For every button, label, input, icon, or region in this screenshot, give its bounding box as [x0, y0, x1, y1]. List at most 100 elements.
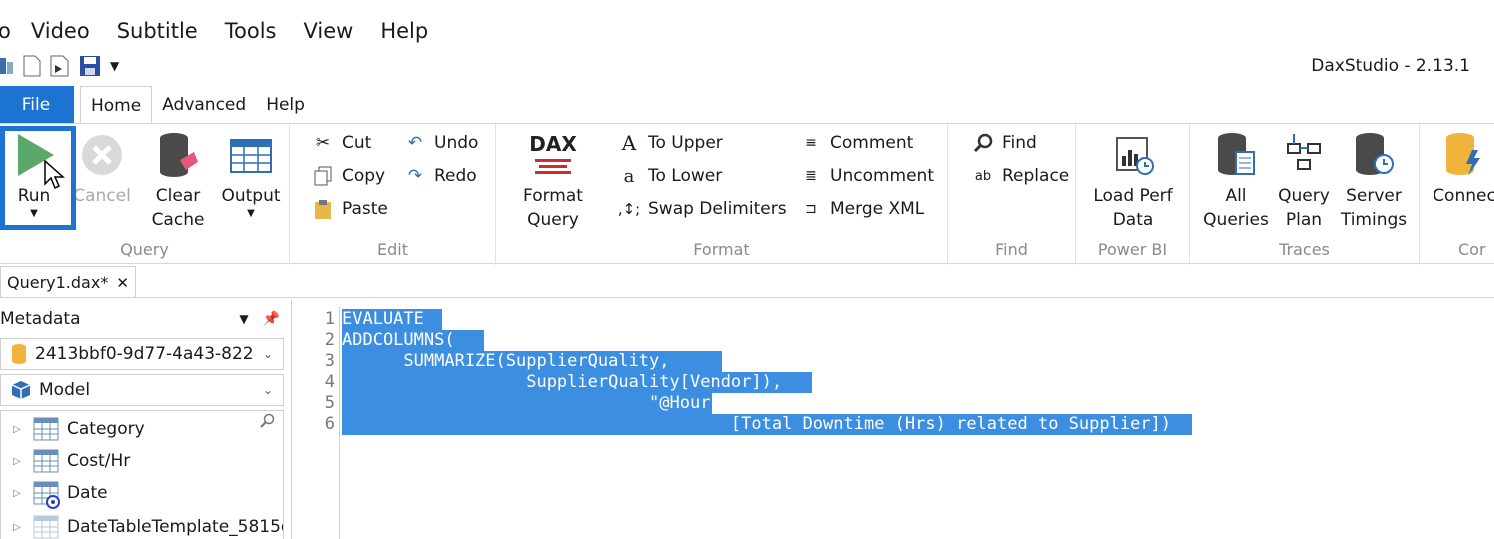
document-tab[interactable]: Query1.dax* ✕ — [0, 266, 136, 298]
output-grid-icon — [229, 130, 273, 180]
database-name: 2413bbf0-9d77-4a43-8228 — [35, 344, 255, 364]
menu-item-video[interactable]: Video — [31, 19, 90, 43]
code-line: SUMMARIZE(SupplierQuality, — [342, 351, 670, 371]
table-icon — [33, 449, 61, 473]
menu-item-partial[interactable]: o — [0, 19, 11, 43]
database-icon — [11, 343, 27, 365]
model-cube-icon — [11, 380, 31, 400]
copy-icon — [312, 165, 334, 187]
line-number: 2 — [324, 330, 335, 350]
group-label-traces: Traces — [1279, 240, 1330, 259]
tab-home[interactable]: Home — [80, 86, 153, 124]
group-label-connect: Cor — [1458, 240, 1486, 259]
code-line: SupplierQuality[Vendor]), — [342, 372, 783, 392]
query-editor[interactable]: 1 2 3 4 5 6 EVALUATE ADDCOLUMNS( SUMMARI… — [304, 300, 1494, 539]
cancel-icon — [80, 130, 124, 180]
new-file-icon[interactable] — [23, 55, 41, 77]
ribbon-tabs: File Home Advanced Help — [0, 86, 315, 124]
save-icon[interactable] — [79, 55, 101, 77]
redo-icon: ↷ — [407, 166, 423, 186]
group-traces: All Queries Query Plan Server Timings Tr… — [1190, 124, 1420, 265]
paste-button[interactable]: Paste — [312, 195, 388, 223]
dax-formatter-icon: DAX — [529, 130, 577, 180]
group-format: DAX Format Query A To Upper a To Lower ,… — [496, 124, 948, 265]
load-perf-data-button[interactable]: Load Perf Data — [1088, 130, 1178, 232]
tab-file[interactable]: File — [0, 86, 74, 124]
quick-access-toolbar: ▼ — [0, 52, 119, 80]
group-connect: Connec Cor — [1420, 124, 1494, 265]
server-timings-button[interactable]: Server Timings — [1340, 130, 1408, 232]
output-dropdown-icon[interactable]: ▼ — [247, 208, 255, 220]
customize-dropdown-icon[interactable]: ▼ — [110, 59, 119, 73]
expand-arrow-icon[interactable]: ▷ — [13, 522, 33, 533]
copy-button[interactable]: Copy — [312, 162, 385, 190]
tab-help[interactable]: Help — [256, 86, 315, 124]
lowercase-a-icon: a — [623, 165, 635, 187]
uppercase-a-icon: A — [621, 131, 637, 155]
magnifier-icon — [972, 132, 994, 154]
pin-icon[interactable]: 📌 — [263, 311, 280, 327]
app-icon — [0, 56, 14, 76]
tree-item-cost-hr[interactable]: ▷ Cost/Hr — [1, 447, 130, 475]
code-line: ADDCOLUMNS( — [342, 330, 455, 350]
close-tab-icon[interactable]: ✕ — [116, 274, 129, 292]
undo-icon: ↶ — [407, 133, 423, 153]
group-label-powerbi: Power BI — [1097, 240, 1168, 259]
pane-menu-icon[interactable]: ▼ — [239, 312, 248, 326]
connect-button[interactable]: Connec — [1434, 130, 1494, 208]
perf-data-icon — [1111, 130, 1155, 180]
open-file-icon[interactable] — [50, 55, 70, 77]
group-label-edit: Edit — [377, 240, 408, 259]
comment-button[interactable]: ≡ Comment — [800, 129, 913, 157]
query-plan-icon — [1282, 130, 1326, 180]
merge-xml-icon: ⊐ — [805, 201, 817, 217]
model-name: Model — [39, 380, 91, 400]
model-select[interactable]: Model ⌄ — [0, 374, 284, 406]
tree-item-category[interactable]: ▷ Category — [1, 415, 145, 443]
to-lower-button[interactable]: a To Lower — [618, 162, 723, 190]
group-edit: ✂ Cut Copy Paste ↶ Undo ↷ Redo Edit — [290, 124, 496, 265]
to-upper-button[interactable]: A To Upper — [618, 129, 723, 157]
format-query-button[interactable]: DAX Format Query — [518, 130, 588, 232]
query-plan-button[interactable]: Query Plan — [1274, 130, 1334, 232]
line-number-gutter: 1 2 3 4 5 6 — [304, 307, 340, 539]
swap-delimiters-button[interactable]: ,↕; Swap Delimiters — [618, 195, 787, 223]
tab-divider — [0, 297, 1494, 298]
tree-item-datetabletemplate[interactable]: ▷ DateTableTemplate_5815de — [1, 513, 283, 539]
metadata-pane: Metadata ▼ 📌 2413bbf0-9d77-4a43-8228 ⌄ M… — [0, 300, 292, 539]
clear-cache-button[interactable]: Clear Cache — [150, 130, 206, 232]
all-queries-button[interactable]: All Queries — [1203, 130, 1269, 232]
cut-button[interactable]: ✂ Cut — [312, 129, 371, 157]
metadata-tree: ▷ Category ▷ Cost/Hr ▷ Date ▷ DateTableT… — [0, 410, 284, 539]
server-timings-icon — [1352, 130, 1396, 180]
all-queries-icon — [1214, 130, 1258, 180]
document-tab-title: Query1.dax* — [7, 273, 109, 292]
tree-search-icon[interactable] — [259, 413, 275, 434]
replace-button[interactable]: ab Replace — [972, 162, 1069, 190]
menu-item-help[interactable]: Help — [380, 19, 428, 43]
menu-item-tools[interactable]: Tools — [225, 19, 277, 43]
menu-item-view[interactable]: View — [303, 19, 353, 43]
expand-arrow-icon[interactable]: ▷ — [13, 424, 33, 435]
replace-icon: ab — [974, 168, 992, 184]
code-line: "@Hours", — [342, 393, 742, 413]
redo-button[interactable]: ↷ Redo — [404, 162, 477, 190]
expand-arrow-icon[interactable]: ▷ — [13, 456, 33, 467]
uncomment-icon: ≣ — [805, 168, 817, 184]
cancel-button[interactable]: Cancel — [73, 130, 131, 208]
database-select[interactable]: 2413bbf0-9d77-4a43-8228 ⌄ — [0, 338, 284, 370]
find-button[interactable]: Find — [972, 129, 1037, 157]
line-number: 1 — [324, 309, 335, 329]
merge-xml-button[interactable]: ⊐ Merge XML — [800, 195, 924, 223]
menu-item-subtitle[interactable]: Subtitle — [117, 19, 198, 43]
paste-icon — [312, 198, 334, 220]
metadata-title: Metadata — [0, 309, 81, 329]
tab-advanced[interactable]: Advanced — [152, 86, 256, 124]
undo-button[interactable]: ↶ Undo — [404, 129, 479, 157]
tree-item-date[interactable]: ▷ Date — [1, 479, 108, 509]
uncomment-button[interactable]: ≣ Uncomment — [800, 162, 934, 190]
group-label-format: Format — [693, 240, 750, 259]
expand-arrow-icon[interactable]: ▷ — [13, 488, 33, 499]
app-title: DaxStudio - 2.13.1 — [1311, 56, 1470, 76]
output-button[interactable]: Output ▼ — [220, 130, 282, 220]
